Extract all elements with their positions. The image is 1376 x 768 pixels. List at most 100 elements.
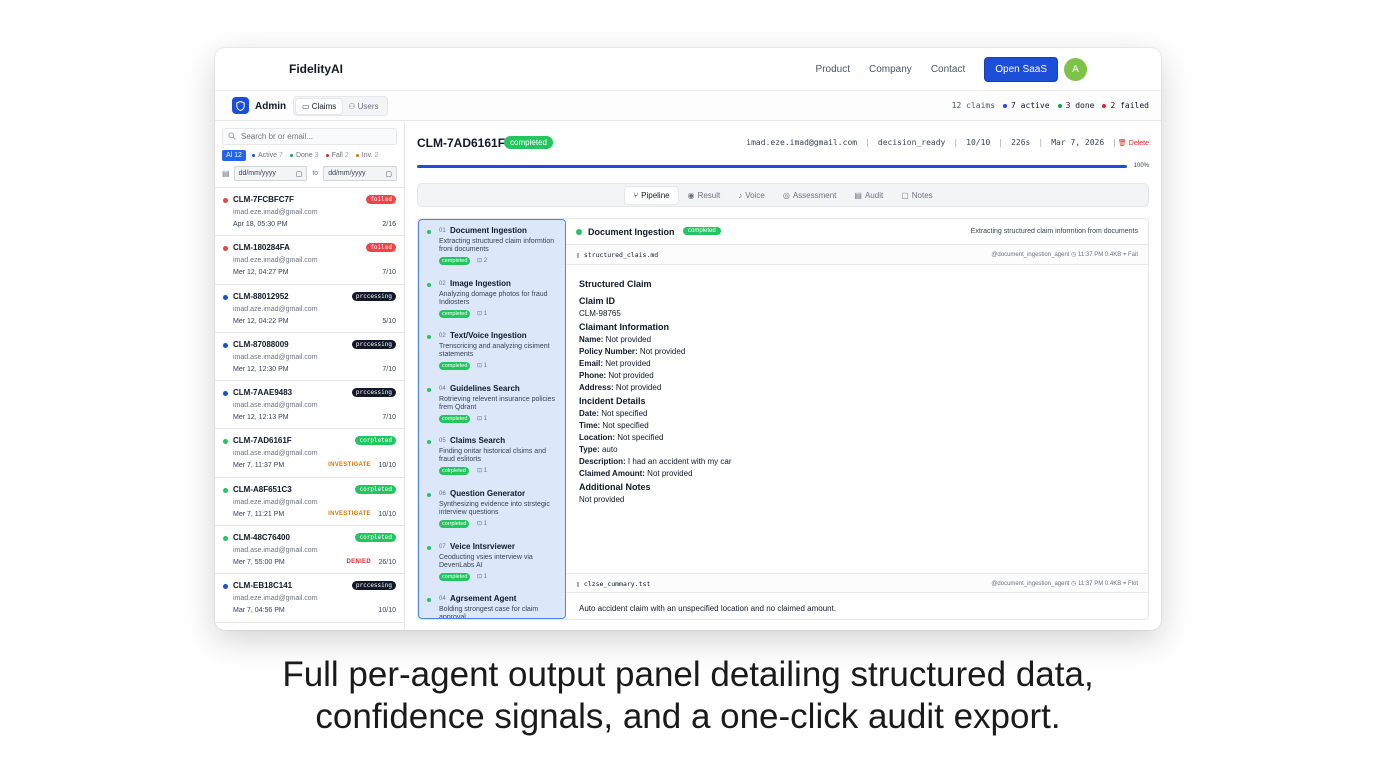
filter-all[interactable]: Al 12: [222, 150, 246, 161]
shield-icon: [232, 97, 249, 114]
tab-audit[interactable]: ▤ Audit: [846, 187, 891, 204]
claim-list-item[interactable]: CLM-180284FA imad.eze.imad@gmail.com Mer 1…: [215, 236, 404, 285]
step-file-count: ⊡ 1: [477, 573, 488, 580]
doc-heading: Claimant Information: [579, 322, 670, 332]
file-icon: ▯: [576, 251, 584, 259]
pipeline-step[interactable]: 02 Image Ingestion Analyzing domage photos…: [419, 273, 565, 326]
date-from-input[interactable]: dd/mm/yyyy ▢: [233, 166, 308, 181]
claim-date: Mer 12, 12:30 PM: [233, 365, 289, 373]
filter-investigate[interactable]: Inv. 2: [355, 152, 378, 159]
status-dot-icon: [427, 545, 431, 550]
status-badge: prccessing: [351, 339, 396, 349]
doc-field-value: Not provided: [613, 383, 662, 392]
claim-list-item[interactable]: CLM-7AD6161F imad.ase.imad@gmail.com Mer 7…: [215, 429, 404, 478]
trash-icon: 🗑: [1117, 140, 1129, 147]
tab-claims[interactable]: ▭ Claims: [296, 98, 343, 114]
file-header[interactable]: ▯ clzse_cummary.tst @document_ingestion_…: [566, 573, 1148, 593]
step-name: Text/Voice Ingestion: [450, 331, 527, 341]
step-name: Claims Search: [450, 436, 506, 446]
date-to-value: dd/mm/yyyy: [328, 170, 366, 177]
doc-field-value: auto: [599, 445, 618, 454]
pipeline-step[interactable]: 05 Claims Search Finding onitar historical…: [419, 430, 565, 483]
separator: |: [865, 138, 870, 147]
brand-logo[interactable]: FidelityAI: [289, 62, 343, 76]
pipeline-step[interactable]: 02 Text/Voice Ingestion Trenscricing and a…: [419, 325, 565, 378]
calendar-icon: ▢: [385, 170, 392, 178]
tab-pipeline[interactable]: ⑂ Pipeline: [625, 186, 678, 204]
user-avatar[interactable]: A: [1064, 58, 1087, 81]
doc-field-key: Phone:: [579, 371, 607, 380]
open-saas-button[interactable]: Open SaaS: [984, 57, 1058, 82]
claim-list-item[interactable]: CLM-48C76400 imad.ase.imad@gmail.com Mer 7…: [215, 526, 404, 575]
step-name: Question Generator: [450, 488, 526, 498]
claim-decision: decision_ready: [877, 138, 946, 147]
decision-tag: INVESTIGATE: [328, 462, 371, 469]
filter-active[interactable]: Active 7: [251, 152, 283, 159]
stat-failed: 2 failed: [1110, 101, 1149, 110]
calendar-icon: ▤: [222, 169, 230, 178]
claim-list-item[interactable]: CLM-7FCBFC7F imad.eze.imad@gmail.com Apr 1…: [215, 188, 404, 237]
step-file-count: ⊡ 1: [477, 415, 488, 422]
pipeline-step[interactable]: 01 Document Ingestion Extracting structure…: [419, 220, 565, 273]
pipeline-step[interactable]: 04 Guidelines Search Rotrieving relevent i…: [419, 378, 565, 431]
pipeline-step[interactable]: 07 Veice Intsrviewer Ceoducting vsies inte…: [419, 536, 565, 589]
status-badge: foiled: [366, 243, 396, 253]
progress-fill: [417, 165, 1127, 168]
status-dot-icon: [576, 229, 582, 235]
claim-list-item[interactable]: CLM-88012952 imad.aze.imad@gmail.com Mer 1…: [215, 285, 404, 333]
assessment-icon: ◎: [782, 190, 790, 200]
doc-field: Policy Number: Not provided: [579, 348, 1138, 356]
pipeline-step[interactable]: 06 Question Generator Synthesizing evidenc…: [419, 483, 565, 536]
tab-voice[interactable]: ♪ Voice: [730, 187, 773, 204]
notes-icon: ▢: [901, 190, 909, 200]
claim-meta: imad.eze.imad@gmail.com | decision_ready |…: [746, 138, 1125, 147]
app-window: FidelityAI Product Company Contact Open …: [215, 48, 1161, 630]
claim-id: CLM-48C76400: [233, 533, 290, 543]
step-status-badge: cempleted: [439, 309, 471, 318]
claim-list-item[interactable]: CLM-EB18C141 imad.eze.imad@gmail.com Mar 7…: [215, 574, 404, 623]
decision-tag: INVESTIGATE: [328, 510, 371, 517]
nav-company[interactable]: Company: [869, 64, 912, 75]
status-dot-icon: [223, 198, 228, 203]
failed-dot-icon: [325, 154, 329, 157]
investigate-dot-icon: [355, 154, 359, 157]
active-dot-icon: [1003, 103, 1008, 108]
step-description: Rotrieving relevent insurance policies f…: [439, 395, 555, 411]
claim-email: imad.ase.imad@gmail.com: [233, 353, 318, 361]
doc-value: Not provided: [579, 495, 625, 504]
claim-score: 7/10: [382, 269, 396, 277]
doc-field-key: Type:: [579, 445, 600, 454]
step-number: 07: [439, 543, 446, 550]
file-header[interactable]: ▯ structured_clais.md @document_ingestio…: [566, 245, 1148, 265]
file-meta: @document_ingestion_agent ◷ 11:37 PM 0.4…: [991, 252, 1138, 258]
result-icon: ◉: [687, 190, 695, 200]
agent-name: Document Ingestion: [588, 227, 675, 237]
nav-product[interactable]: Product: [816, 64, 850, 75]
detail-tabs: ⑂ Pipeline ◉ Result ♪ Voice ◎ Assessment ▤ Audit ▢…: [417, 183, 1149, 207]
filter-failed[interactable]: Fall 2: [325, 152, 349, 159]
delete-button[interactable]: 🗑 Delete: [1118, 139, 1149, 147]
doc-field-key: Claimed Amount:: [579, 469, 645, 478]
claim-list-item[interactable]: CLM-87088009 imad.ase.imad@gmail.com Mer 1…: [215, 333, 404, 382]
claim-list-item[interactable]: CLM-7AAE9483 imad.ase.imad@gmail.com Mer 1…: [215, 381, 404, 430]
pipeline-step[interactable]: 04 Agrsement Agent Bolding strongest case …: [419, 588, 565, 618]
active-dot-icon: [251, 154, 255, 157]
claim-score: 10/10: [378, 607, 396, 615]
delete-label: Delete: [1128, 140, 1149, 147]
search-input[interactable]: [241, 132, 381, 141]
claim-list-item[interactable]: CLM-A8F651C3 imad.eze.imad@gmail.com Mer 7…: [215, 478, 404, 527]
tab-result[interactable]: ◉ Result: [680, 187, 729, 204]
status-badge: completed: [504, 136, 553, 149]
tab-notes[interactable]: ▢ Notes: [893, 187, 940, 204]
claim-id: CLM-A8F651C3: [233, 484, 292, 494]
tab-users[interactable]: ⚇ Users: [342, 99, 384, 114]
claim-date: Mer 12, 04:27 PM: [233, 269, 289, 277]
status-dot-icon: [427, 230, 431, 234]
claim-score: 7/10: [382, 365, 396, 373]
date-to-input[interactable]: dd/mm/yyyy ▢: [323, 166, 397, 181]
status-dot-icon: [427, 492, 431, 497]
claim-score: 10/10: [378, 462, 396, 470]
tab-assessment[interactable]: ◎ Assessment: [775, 187, 845, 204]
nav-contact[interactable]: Contact: [931, 64, 965, 75]
filter-done[interactable]: Done 3: [289, 152, 319, 159]
